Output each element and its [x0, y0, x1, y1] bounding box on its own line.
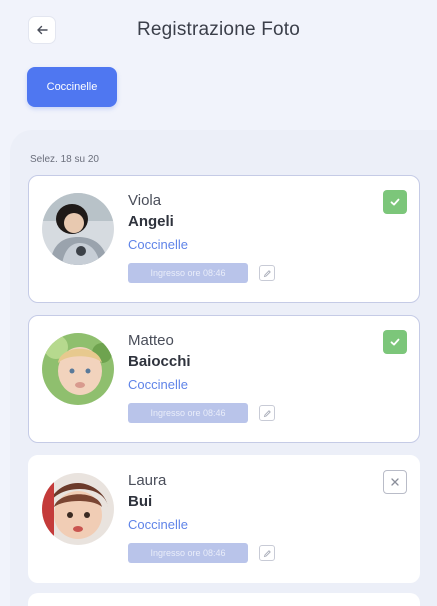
avatar [42, 473, 114, 545]
child-last-name: Bui [128, 493, 153, 510]
entry-time-badge: Ingresso ore 08:46 [128, 403, 248, 423]
avatar [42, 333, 114, 405]
edit-entry-button[interactable] [259, 265, 275, 281]
close-icon [391, 478, 399, 486]
page-title: Registrazione Foto [136, 19, 301, 40]
header: Registrazione Foto [0, 0, 437, 62]
child-group: Coccinelle [128, 377, 188, 392]
selected-checkbox[interactable] [383, 330, 407, 354]
child-last-name: Angeli [128, 213, 174, 230]
selected-checkbox[interactable] [383, 190, 407, 214]
pencil-icon [263, 269, 271, 277]
unselected-checkbox[interactable] [383, 470, 407, 494]
entry-time-badge: Ingresso ore 08:46 [128, 543, 248, 563]
edit-entry-button[interactable] [259, 545, 275, 561]
child-card-laura-bui[interactable]: Laura Bui Coccinelle Ingresso ore 08:46 [28, 455, 420, 583]
child-card-matteo-baiocchi[interactable]: Matteo Baiocchi Coccinelle Ingresso ore … [28, 315, 420, 443]
child-last-name: Baiocchi [128, 353, 191, 370]
group-filter-chip[interactable]: Coccinelle [27, 67, 117, 107]
child-first-name: Viola [128, 192, 162, 209]
entry-time-badge: Ingresso ore 08:46 [128, 263, 248, 283]
avatar [42, 193, 114, 265]
child-first-name: Laura [128, 472, 167, 489]
pencil-icon [263, 549, 271, 557]
app-screen: Registrazione Foto Coccinelle Selez. 18 … [0, 0, 437, 606]
selection-count: Selez. 18 su 20 [30, 154, 99, 165]
child-card-partial[interactable] [28, 593, 420, 606]
check-icon [390, 338, 400, 346]
check-icon [390, 198, 400, 206]
child-group: Coccinelle [128, 517, 188, 532]
child-card-viola-angeli[interactable]: Viola Angeli Coccinelle Ingresso ore 08:… [28, 175, 420, 303]
child-group: Coccinelle [128, 237, 188, 252]
pencil-icon [263, 409, 271, 417]
child-first-name: Matteo [128, 332, 174, 349]
edit-entry-button[interactable] [259, 405, 275, 421]
